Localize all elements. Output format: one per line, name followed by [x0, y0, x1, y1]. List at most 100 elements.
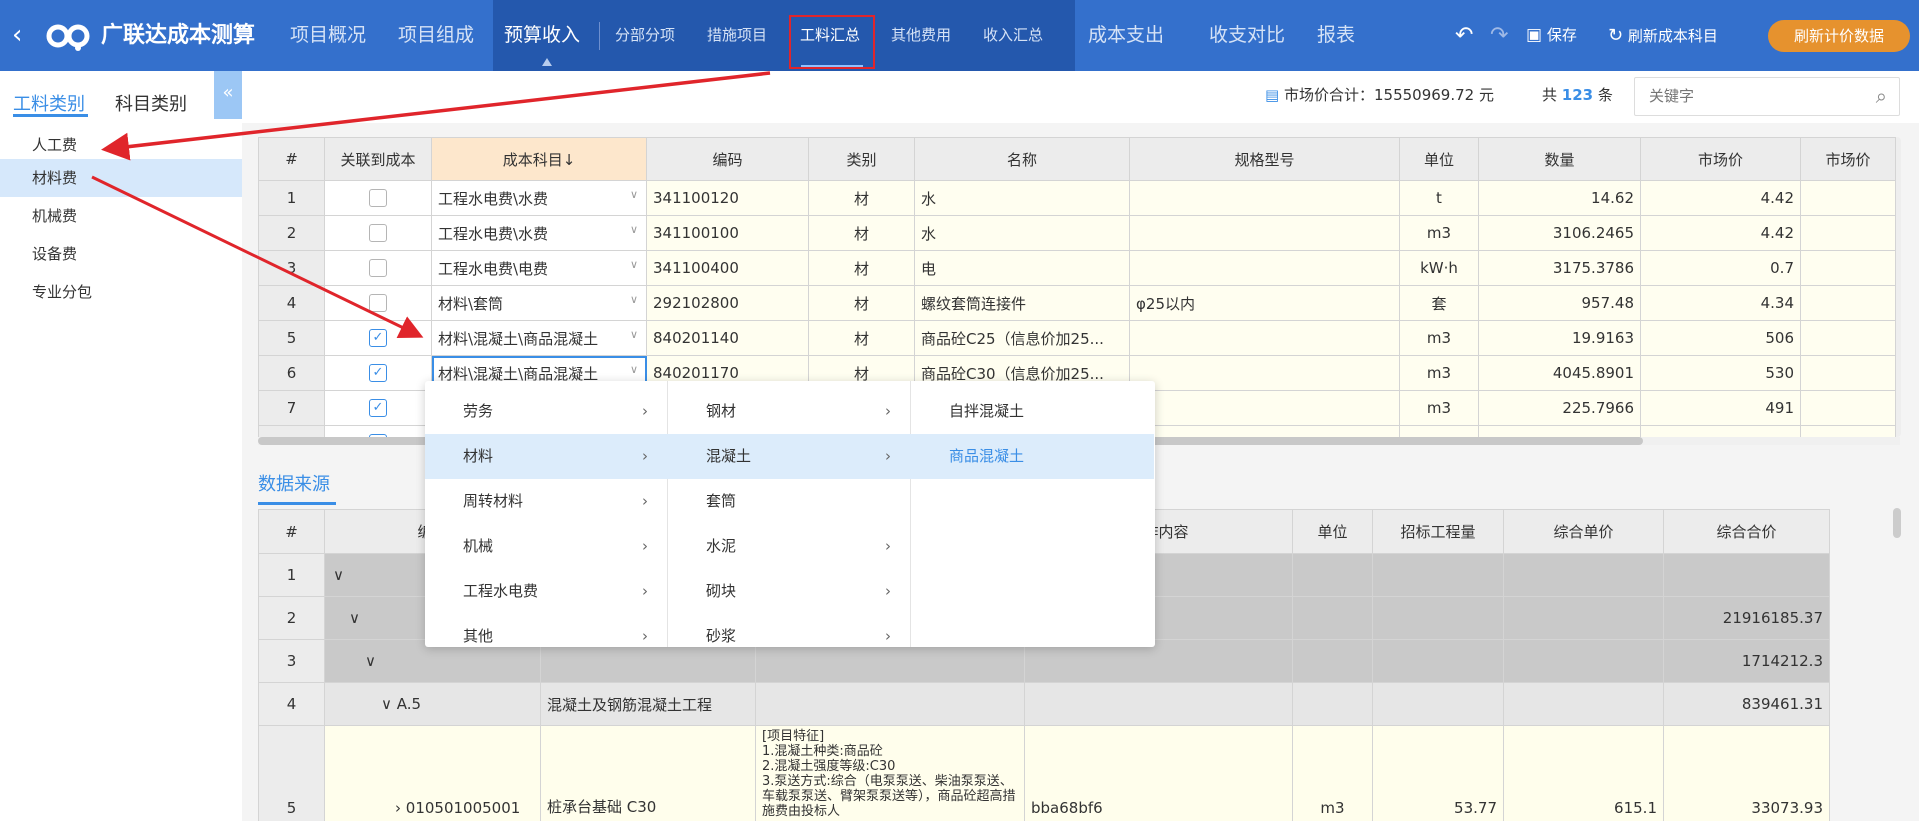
column-header[interactable]: 综合单价 — [1503, 509, 1664, 554]
column-header[interactable]: 编码 — [646, 137, 809, 181]
chevron-down-icon[interactable]: ∨ — [365, 652, 376, 670]
table-row[interactable]: 1 工程水电费\水费 ∨ 341100120 材水 t 14.62 4.42 — [258, 180, 1896, 216]
subnav-income-summary[interactable]: 收入汇总 — [983, 0, 1043, 71]
column-header[interactable]: 市场价 — [1800, 137, 1896, 181]
cascader-option[interactable]: 自拌混凝土 — [911, 389, 1154, 434]
chevron-right-icon: › — [885, 447, 891, 465]
cell-market-value — [1800, 250, 1896, 286]
search-input[interactable] — [1635, 78, 1845, 114]
chevron-down-icon[interactable]: ∨ — [349, 609, 360, 627]
link-cost-cell — [324, 215, 432, 251]
sidebar-item-material[interactable]: 材料费 — [0, 159, 242, 197]
sidebar-item-equipment[interactable]: 设备费 — [0, 235, 242, 273]
link-cost-cell — [324, 180, 432, 216]
column-header[interactable]: 成本科目↓ — [431, 137, 647, 181]
option-label: 自拌混凝土 — [949, 402, 1025, 420]
cost-subject-select[interactable]: 工程水电费\水费 ∨ — [431, 215, 647, 251]
cascader-option[interactable]: 混凝土 › — [668, 434, 911, 479]
row-index: 8 — [258, 425, 325, 437]
cost-subject-select[interactable]: 工程水电费\电费 ∨ — [431, 250, 647, 286]
column-header[interactable]: 关联到成本 — [324, 137, 432, 181]
column-header[interactable]: 综合合价 — [1663, 509, 1830, 554]
chevron-down-icon[interactable]: ∨ — [333, 566, 344, 584]
table-row[interactable]: 4 ∨ A.5 混凝土及钢筋混凝土工程 839461.31 — [258, 682, 1830, 726]
link-cost-checkbox[interactable]: ✓ — [369, 399, 387, 418]
collapse-sidebar-button[interactable]: « — [214, 71, 242, 119]
row-index: 7 — [258, 390, 325, 426]
table-row[interactable]: 3 工程水电费\电费 ∨ 341100400 材电 kW·h 3175.3786 0.7 — [258, 250, 1896, 286]
undo-icon[interactable]: ↶ — [1455, 0, 1473, 71]
sidebar-item-machinery[interactable]: 机械费 — [0, 197, 242, 235]
column-header[interactable]: 数量 — [1478, 137, 1641, 181]
tab-material-category[interactable]: 工料类别 — [13, 90, 85, 116]
subnav-fbfx[interactable]: 分部分项 — [615, 0, 675, 71]
cost-subject-select[interactable]: 材料\套筒 ∨ — [431, 285, 647, 321]
cascader-option[interactable]: 其他 › — [425, 614, 668, 647]
table-row[interactable]: 5 ✓ 材料\混凝土\商品混凝土 ∨ 840201140 材商品砼C25（信息价加25..… — [258, 320, 1896, 356]
cell-qty: 1.3685 — [1478, 425, 1641, 437]
column-header[interactable]: 招标工程量 — [1372, 509, 1504, 554]
nav-report[interactable]: 报表 — [1317, 0, 1355, 71]
cascader-option[interactable]: 劳务 › — [425, 389, 668, 434]
search-icon[interactable]: ⌕ — [1876, 84, 1887, 108]
link-cost-checkbox[interactable] — [369, 294, 387, 313]
link-cost-checkbox[interactable] — [369, 189, 387, 208]
column-header[interactable]: # — [258, 509, 325, 554]
cascader-option[interactable]: 商品混凝土 — [911, 434, 1154, 479]
chevron-right-icon: › — [642, 627, 648, 645]
subnav-other-fees[interactable]: 其他费用 — [891, 0, 951, 71]
cell-market-value — [1800, 285, 1896, 321]
cell-price — [1503, 639, 1664, 683]
redo-icon[interactable]: ↷ — [1490, 0, 1508, 71]
nav-project-overview[interactable]: 项目概况 — [290, 0, 366, 71]
cascader-option[interactable]: 砂浆 › — [668, 614, 911, 647]
search-box[interactable]: ⌕ — [1634, 77, 1900, 116]
column-header[interactable]: # — [258, 137, 325, 181]
link-cost-checkbox[interactable]: ✓ — [369, 364, 387, 383]
tab-subject-category[interactable]: 科目类别 — [115, 90, 187, 116]
chevron-down-icon: ∨ — [629, 257, 638, 271]
cell-feature: [项目特征] 1.混凝土种类:商品砼 2.混凝土强度等级:C30 3.泵送方式:… — [755, 725, 1025, 821]
column-header[interactable]: 类别 — [808, 137, 915, 181]
cell-content: bba68bf6 — [1024, 725, 1293, 821]
save-button[interactable]: ▣ 保存 — [1526, 0, 1577, 71]
column-header[interactable]: 名称 — [914, 137, 1130, 181]
cascader-option[interactable]: 机械 › — [425, 524, 668, 569]
column-header[interactable]: 单位 — [1399, 137, 1479, 181]
cascader-option[interactable]: 水泥 › — [668, 524, 911, 569]
cost-subject-select[interactable]: 工程水电费\水费 ∨ — [431, 180, 647, 216]
cascader-option[interactable]: 套筒 — [668, 479, 911, 524]
app-title: 广联达成本测算 — [101, 23, 256, 48]
cell-type: 材 — [808, 285, 915, 321]
refresh-price-button[interactable]: 刷新计价数据 — [1768, 20, 1910, 52]
cell-total: 1714212.3 — [1663, 639, 1830, 683]
cascader-option[interactable]: 工程水电费 › — [425, 569, 668, 614]
cascader-option[interactable]: 材料 › — [425, 434, 668, 479]
column-header[interactable]: 单位 — [1292, 509, 1373, 554]
cell-unit: t — [1399, 425, 1479, 437]
refresh-cost-button[interactable]: ↻ 刷新成本科目 — [1608, 0, 1718, 71]
column-header[interactable]: 市场价 — [1640, 137, 1801, 181]
column-header[interactable]: 规格型号 — [1129, 137, 1400, 181]
subnav-measures[interactable]: 措施项目 — [707, 0, 767, 71]
chevron-right-icon[interactable]: › — [395, 799, 401, 817]
chevron-down-icon[interactable]: ∨ — [381, 695, 392, 713]
lower-vertical-scrollbar[interactable] — [1893, 508, 1901, 538]
cell-qty — [1372, 682, 1504, 726]
nav-project-composition[interactable]: 项目组成 — [398, 0, 474, 71]
link-cost-checkbox[interactable]: ✓ — [369, 329, 387, 348]
cascader-option[interactable]: 砌块 › — [668, 569, 911, 614]
table-row[interactable]: 2 工程水电费\水费 ∨ 341100100 材水 m3 3106.2465 4.42 — [258, 215, 1896, 251]
nav-cost-expense[interactable]: 成本支出 — [1088, 0, 1164, 71]
back-icon[interactable]: ‹ — [12, 0, 22, 71]
link-cost-checkbox[interactable] — [369, 224, 387, 243]
tab-data-source[interactable]: 数据来源 — [258, 470, 330, 496]
table-row[interactable]: 4 材料\套筒 ∨ 292102800 材螺纹套筒连接件 φ25以内套 957.48 4.34 — [258, 285, 1896, 321]
nav-compare[interactable]: 收支对比 — [1209, 0, 1285, 71]
cost-subject-select[interactable]: 材料\混凝土\商品混凝土 ∨ — [431, 320, 647, 356]
sidebar-item-subcontract[interactable]: 专业分包 — [0, 273, 242, 311]
cascader-option[interactable]: 钢材 › — [668, 389, 911, 434]
table-row[interactable]: 5 › 010501005001 桩承台基础 C30 [项目特征] 1.混凝土种类:商… — [258, 725, 1830, 821]
link-cost-checkbox[interactable] — [369, 259, 387, 278]
cascader-option[interactable]: 周转材料 › — [425, 479, 668, 524]
